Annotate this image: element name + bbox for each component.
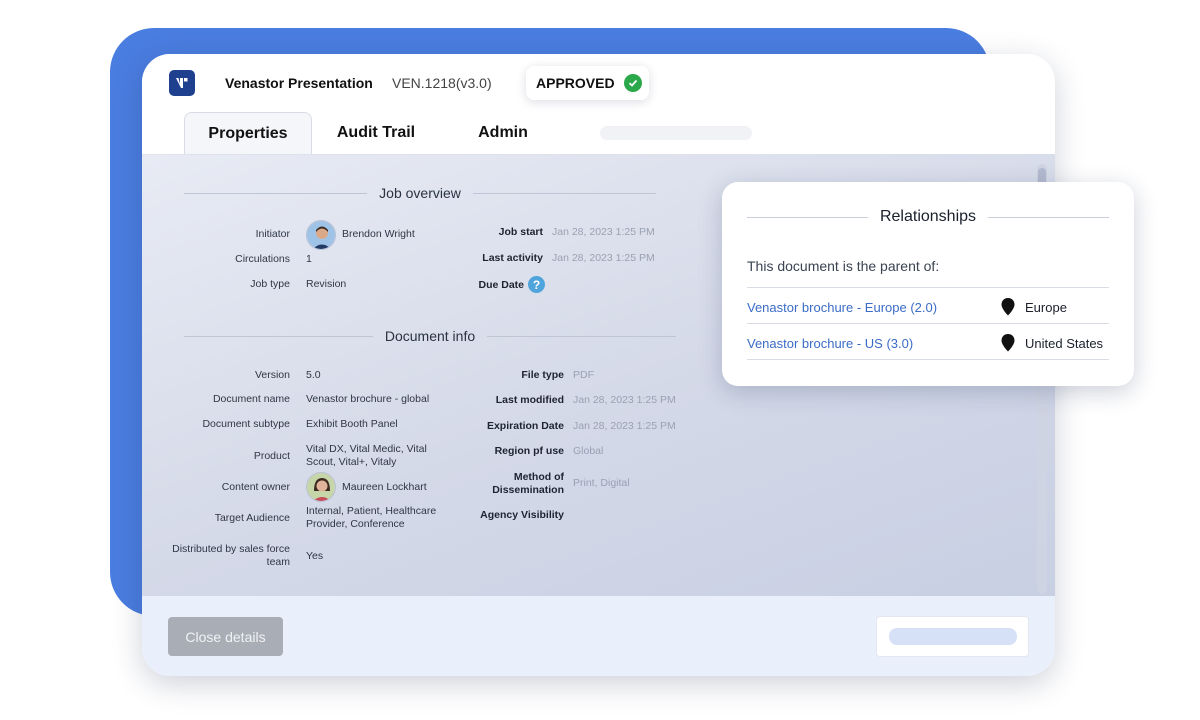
map-pin-icon — [1001, 334, 1015, 352]
field-value: 5.0 — [306, 369, 321, 381]
tab-audit-trail[interactable]: Audit Trail — [312, 112, 440, 154]
field-label: Job type — [250, 278, 290, 290]
field-value: Vital DX, Vital Medic, Vital Scout, Vita… — [306, 443, 427, 468]
divider — [747, 359, 1109, 360]
field-value: Yes — [306, 550, 324, 562]
map-pin-icon — [1001, 298, 1015, 316]
field-value: PDF — [573, 369, 594, 381]
field-label: File type — [521, 369, 564, 381]
divider — [747, 323, 1109, 324]
field-label: Version — [254, 369, 290, 381]
region-label: United States — [1025, 335, 1104, 351]
relationships-heading: Relationships — [747, 208, 1109, 226]
field-label: Distributed by sales force team — [172, 543, 290, 568]
status-badge: APPROVED — [526, 66, 649, 100]
check-circle-icon — [623, 74, 642, 92]
relationships-popup: Relationships This document is the paren… — [722, 182, 1134, 386]
field-value: Venastor brochure - global — [306, 393, 430, 405]
avatar — [306, 472, 336, 502]
action-button-placeholder[interactable] — [876, 616, 1029, 657]
relationships-title: Relationships — [879, 208, 977, 225]
tab-placeholder — [600, 126, 752, 140]
job-overview-title: Job overview — [379, 185, 461, 201]
relationships-subtitle: This document is the parent of: — [747, 258, 940, 274]
due-date-label: Due Date — [478, 279, 524, 291]
initiator-name: Brendon Wright — [342, 228, 415, 240]
field-value: Jan 28, 2023 1:25 PM — [552, 226, 655, 238]
tab-properties[interactable]: Properties — [184, 112, 312, 154]
stage: Venastor Presentation VEN.1218(v3.0) APP… — [0, 0, 1200, 720]
field-label: Product — [253, 450, 290, 462]
tab-admin[interactable]: Admin — [440, 112, 566, 154]
field-value: Exhibit Booth Panel — [306, 418, 398, 430]
close-details-button[interactable]: Close details — [168, 617, 283, 656]
field-value: 1 — [306, 253, 312, 265]
field-label: Circulations — [235, 253, 290, 265]
field-value: Jan 28, 2023 1:25 PM — [573, 420, 676, 432]
tab-divider — [142, 154, 760, 155]
document-id: VEN.1218(v3.0) — [392, 75, 492, 91]
field-label: Agency Visibility — [480, 509, 564, 521]
relationship-row: Venastor brochure - Europe (2.0) Europe — [747, 289, 1109, 325]
document-info-heading: Document info — [184, 328, 676, 344]
help-icon[interactable]: ? — [528, 276, 545, 293]
job-overview-heading: Job overview — [184, 185, 657, 201]
content-owner-name: Maureen Lockhart — [342, 481, 427, 493]
field-label: Expiration Date — [486, 420, 564, 432]
avatar — [306, 220, 336, 250]
divider — [747, 287, 1109, 288]
tab-bar: Properties Audit Trail Admin — [142, 112, 1055, 154]
field-value: Internal, Patient, Healthcare Provider, … — [306, 505, 437, 530]
field-value: Jan 28, 2023 1:25 PM — [552, 252, 655, 264]
field-value: Print, Digital — [573, 477, 630, 489]
button-label-placeholder — [889, 628, 1017, 645]
region-label: Europe — [1025, 299, 1067, 315]
field-value: Jan 28, 2023 1:25 PM — [573, 394, 676, 406]
relationship-link-us[interactable]: Venastor brochure - US (3.0) — [747, 336, 1001, 351]
field-label: Last activity — [482, 252, 543, 264]
app-title: Venastor Presentation — [225, 75, 373, 91]
field-label: Job start — [498, 226, 543, 238]
field-label: Last modified — [495, 394, 564, 406]
field-label: Method of Dissemination — [492, 471, 564, 496]
status-label: APPROVED — [536, 75, 615, 91]
field-label: Region pf use — [494, 445, 564, 457]
field-label: Initiator — [255, 228, 290, 240]
field-value: Revision — [306, 278, 347, 290]
relationship-link-europe[interactable]: Venastor brochure - Europe (2.0) — [747, 300, 1001, 315]
field-label: Document subtype — [202, 418, 290, 430]
venastor-logo-icon — [169, 70, 195, 96]
footer-bar: Close details — [142, 596, 1055, 676]
field-label: Target Audience — [214, 512, 290, 524]
relationship-row: Venastor brochure - US (3.0) United Stat… — [747, 325, 1109, 361]
field-value: Global — [573, 445, 604, 457]
document-info-title: Document info — [384, 328, 476, 344]
field-label: Document name — [212, 393, 290, 405]
field-label: Content owner — [221, 481, 290, 493]
